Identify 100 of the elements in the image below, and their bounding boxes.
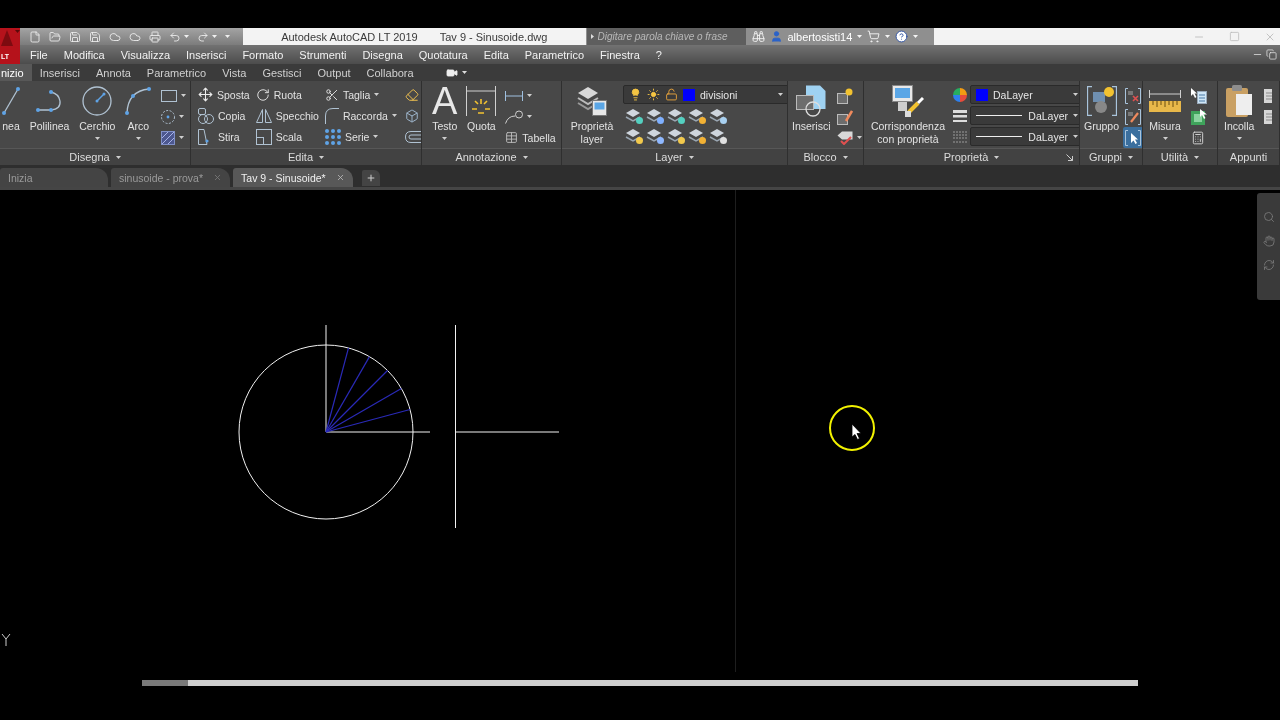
ribbon-tool-button[interactable]: Sposta <box>196 84 252 105</box>
ribbon-tool-button[interactable]: Cerchio <box>77 85 118 140</box>
dialog-launcher-icon[interactable] <box>1066 153 1073 161</box>
ribbon-tool-button[interactable]: Tabella <box>503 127 558 148</box>
ribbon-tool-button[interactable] <box>1123 85 1142 106</box>
ribbon-tab[interactable]: nizio <box>0 64 32 81</box>
clipboard-icon <box>1226 85 1253 117</box>
panel-title-button[interactable]: Layer <box>655 151 694 163</box>
caret-icon <box>178 136 184 139</box>
panel-title-button[interactable]: Disegna <box>69 151 121 163</box>
layer-dropdown[interactable]: divisioni <box>623 85 787 104</box>
layers-icon[interactable] <box>688 128 706 144</box>
ucs-icon <box>1 633 11 647</box>
horizontal-scrollbar[interactable] <box>142 680 1138 686</box>
ribbon-tab[interactable]: Annota <box>87 64 139 81</box>
layers-icon[interactable] <box>667 128 685 144</box>
linetype-dropdown[interactable]: DaLayer <box>970 127 1079 146</box>
ribbon-tool-button[interactable]: Stira <box>196 126 242 147</box>
layers-icon[interactable] <box>625 128 643 144</box>
ribbon-tool-button[interactable]: Specchio <box>253 105 321 126</box>
ribbon-tool-button[interactable]: Arco <box>123 85 154 140</box>
layers-icon[interactable] <box>709 128 727 144</box>
layers-icon[interactable] <box>646 108 664 124</box>
copy-icon <box>198 107 214 124</box>
cart-icon[interactable] <box>867 30 881 43</box>
ribbon-tab[interactable]: Output <box>309 64 359 81</box>
ribbon-tool-button[interactable]: Misura <box>1147 85 1183 140</box>
file-tab[interactable]: Tav 9 - Sinusoide* <box>233 168 353 187</box>
panel-title-button[interactable]: Proprietà <box>943 151 1000 163</box>
close-icon[interactable] <box>335 173 345 182</box>
file-tab[interactable]: Inizia <box>0 168 108 187</box>
ribbon-tool-button[interactable]: Raccorda <box>322 105 399 126</box>
ribbon-tool-button[interactable]: Proprietà layer <box>564 85 620 146</box>
ribbon-tab[interactable]: Gestisci <box>254 64 310 81</box>
ribbon-tool-button[interactable]: Taglia <box>322 84 382 105</box>
menu-item[interactable]: Quotatura <box>418 48 468 61</box>
select-all-icon <box>1191 108 1207 125</box>
menu-item[interactable]: Strumenti <box>299 48 347 61</box>
menu-item[interactable]: Inserisci <box>186 48 227 61</box>
save-icon[interactable] <box>69 30 81 43</box>
caret-icon <box>688 155 694 159</box>
undo-icon[interactable] <box>169 30 181 43</box>
ribbon-tool-button[interactable]: nea <box>0 85 22 133</box>
ribbon-tool-button[interactable]: Ruota <box>253 84 304 105</box>
dot-grid-icon <box>324 128 341 145</box>
layers-icon[interactable] <box>709 108 727 124</box>
ribbon-tool-button[interactable]: Scala <box>253 126 304 147</box>
lineweight-dropdown[interactable]: DaLayer <box>970 106 1079 125</box>
ribbon-tab[interactable]: Parametrico <box>138 64 215 81</box>
ribbon-tool-button[interactable] <box>1189 106 1209 127</box>
caret-icon <box>373 135 379 138</box>
ribbon-tool-button[interactable]: Corrispondenza con proprietà <box>866 85 950 146</box>
binoculars-icon[interactable] <box>751 30 765 43</box>
caret-icon <box>178 115 184 118</box>
menu-item[interactable]: File <box>30 48 48 61</box>
ribbon-tool-button[interactable] <box>1123 106 1142 127</box>
ribbon-tab[interactable]: Collabora <box>358 64 422 81</box>
new-file-icon[interactable] <box>29 30 41 43</box>
lineweight-icon <box>953 109 967 122</box>
ribbon-tool-button[interactable]: A Testo <box>430 85 460 140</box>
folder-icon[interactable] <box>49 30 61 43</box>
ribbon-tool-button[interactable]: Gruppo <box>1082 85 1122 133</box>
menu-item[interactable]: Finestra <box>600 48 640 61</box>
ribbon-tool-button[interactable]: Quota <box>464 85 499 133</box>
ribbon-tab[interactable]: Inserisci <box>31 64 88 81</box>
panel-title-button[interactable]: Edita <box>287 151 325 163</box>
redo-icon[interactable] <box>197 30 209 43</box>
ribbon-tool-button[interactable] <box>1123 127 1142 148</box>
menu-item[interactable]: Parametrico <box>524 48 585 61</box>
menu-item[interactable]: Edita <box>483 48 509 61</box>
layers-icon[interactable] <box>646 128 664 144</box>
ribbon-tool-button[interactable] <box>1189 85 1209 106</box>
calculator-icon <box>1191 130 1205 145</box>
menu-item[interactable]: ? <box>655 48 662 61</box>
ribbon-tool-button[interactable]: Copia <box>196 105 248 126</box>
help-icon[interactable] <box>895 30 909 43</box>
search-field[interactable]: Digitare parola chiave o frase <box>585 28 746 45</box>
scissors-icon <box>324 87 339 102</box>
ribbon-tool-button[interactable]: Polilinea <box>27 85 72 133</box>
ribbon-tool-button[interactable]: Inserisci <box>790 85 833 133</box>
save-icon[interactable] <box>89 30 101 43</box>
color-dropdown[interactable]: DaLayer <box>970 85 1079 104</box>
ribbon-tool-button[interactable]: Incolla <box>1222 85 1257 140</box>
new-tab-button[interactable] <box>361 170 380 186</box>
ribbon-tab[interactable]: Vista <box>214 64 255 81</box>
layers-icon[interactable] <box>625 108 643 124</box>
restore-icon[interactable] <box>1266 49 1277 60</box>
menu-item[interactable]: Visualizza <box>120 48 171 61</box>
menu-item[interactable]: Formato <box>242 48 284 61</box>
ribbon-tool-button[interactable]: Serie <box>322 126 381 147</box>
menu-item[interactable]: Modifica <box>63 48 105 61</box>
printer-icon[interactable] <box>149 30 161 43</box>
cloud-icon[interactable] <box>109 30 121 43</box>
menu-item[interactable]: Disegna <box>362 48 403 61</box>
cloud-icon[interactable] <box>129 30 141 43</box>
circular-arrows-icon[interactable] <box>1262 259 1275 271</box>
layers-icon[interactable] <box>688 108 706 124</box>
layers-icon[interactable] <box>667 108 685 124</box>
file-tab[interactable]: sinusoide - prova* <box>111 168 231 187</box>
line-icon <box>2 87 20 115</box>
